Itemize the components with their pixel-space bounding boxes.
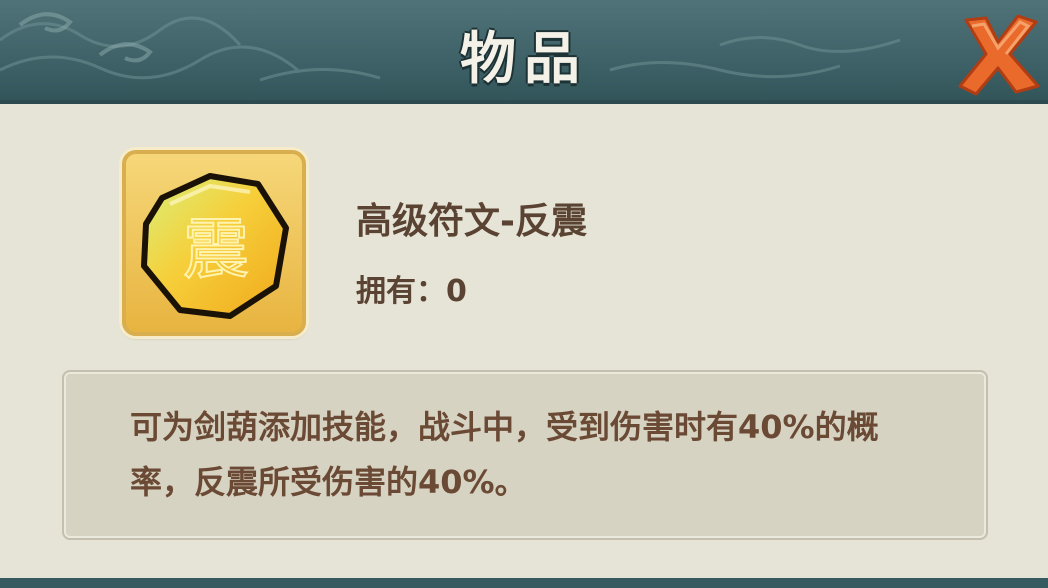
item-icon-frame: 震 (122, 150, 306, 336)
item-description: 可为剑葫添加技能，战斗中，受到伤害时有40%的概率，反震所受伤害的40%。 (130, 408, 879, 501)
owned-label: 拥有： (356, 274, 446, 309)
description-box: 可为剑葫添加技能，战斗中，受到伤害时有40%的概率，反震所受伤害的40%。 (62, 370, 988, 540)
rune-stone-icon: 震 (141, 173, 289, 319)
close-button[interactable] (952, 8, 1044, 100)
close-x-icon (958, 14, 1040, 96)
dialog-title: 物品 (460, 26, 588, 92)
rune-glyph: 震 (183, 211, 249, 288)
owned-row: 拥有：0 (356, 266, 467, 310)
item-dialog: 物品 震 高级符文-反震 拥有：0 可为剑葫添加技能，战斗中，受到伤害时有40%… (0, 0, 1048, 588)
dialog-body: 震 高级符文-反震 拥有：0 可为剑葫添加技能，战斗中，受到伤害时有40%的概率… (0, 104, 1048, 588)
dialog-header: 物品 (0, 0, 1048, 104)
owned-count: 0 (446, 274, 467, 309)
bottom-border (0, 578, 1048, 588)
item-name: 高级符文-反震 (356, 201, 587, 242)
